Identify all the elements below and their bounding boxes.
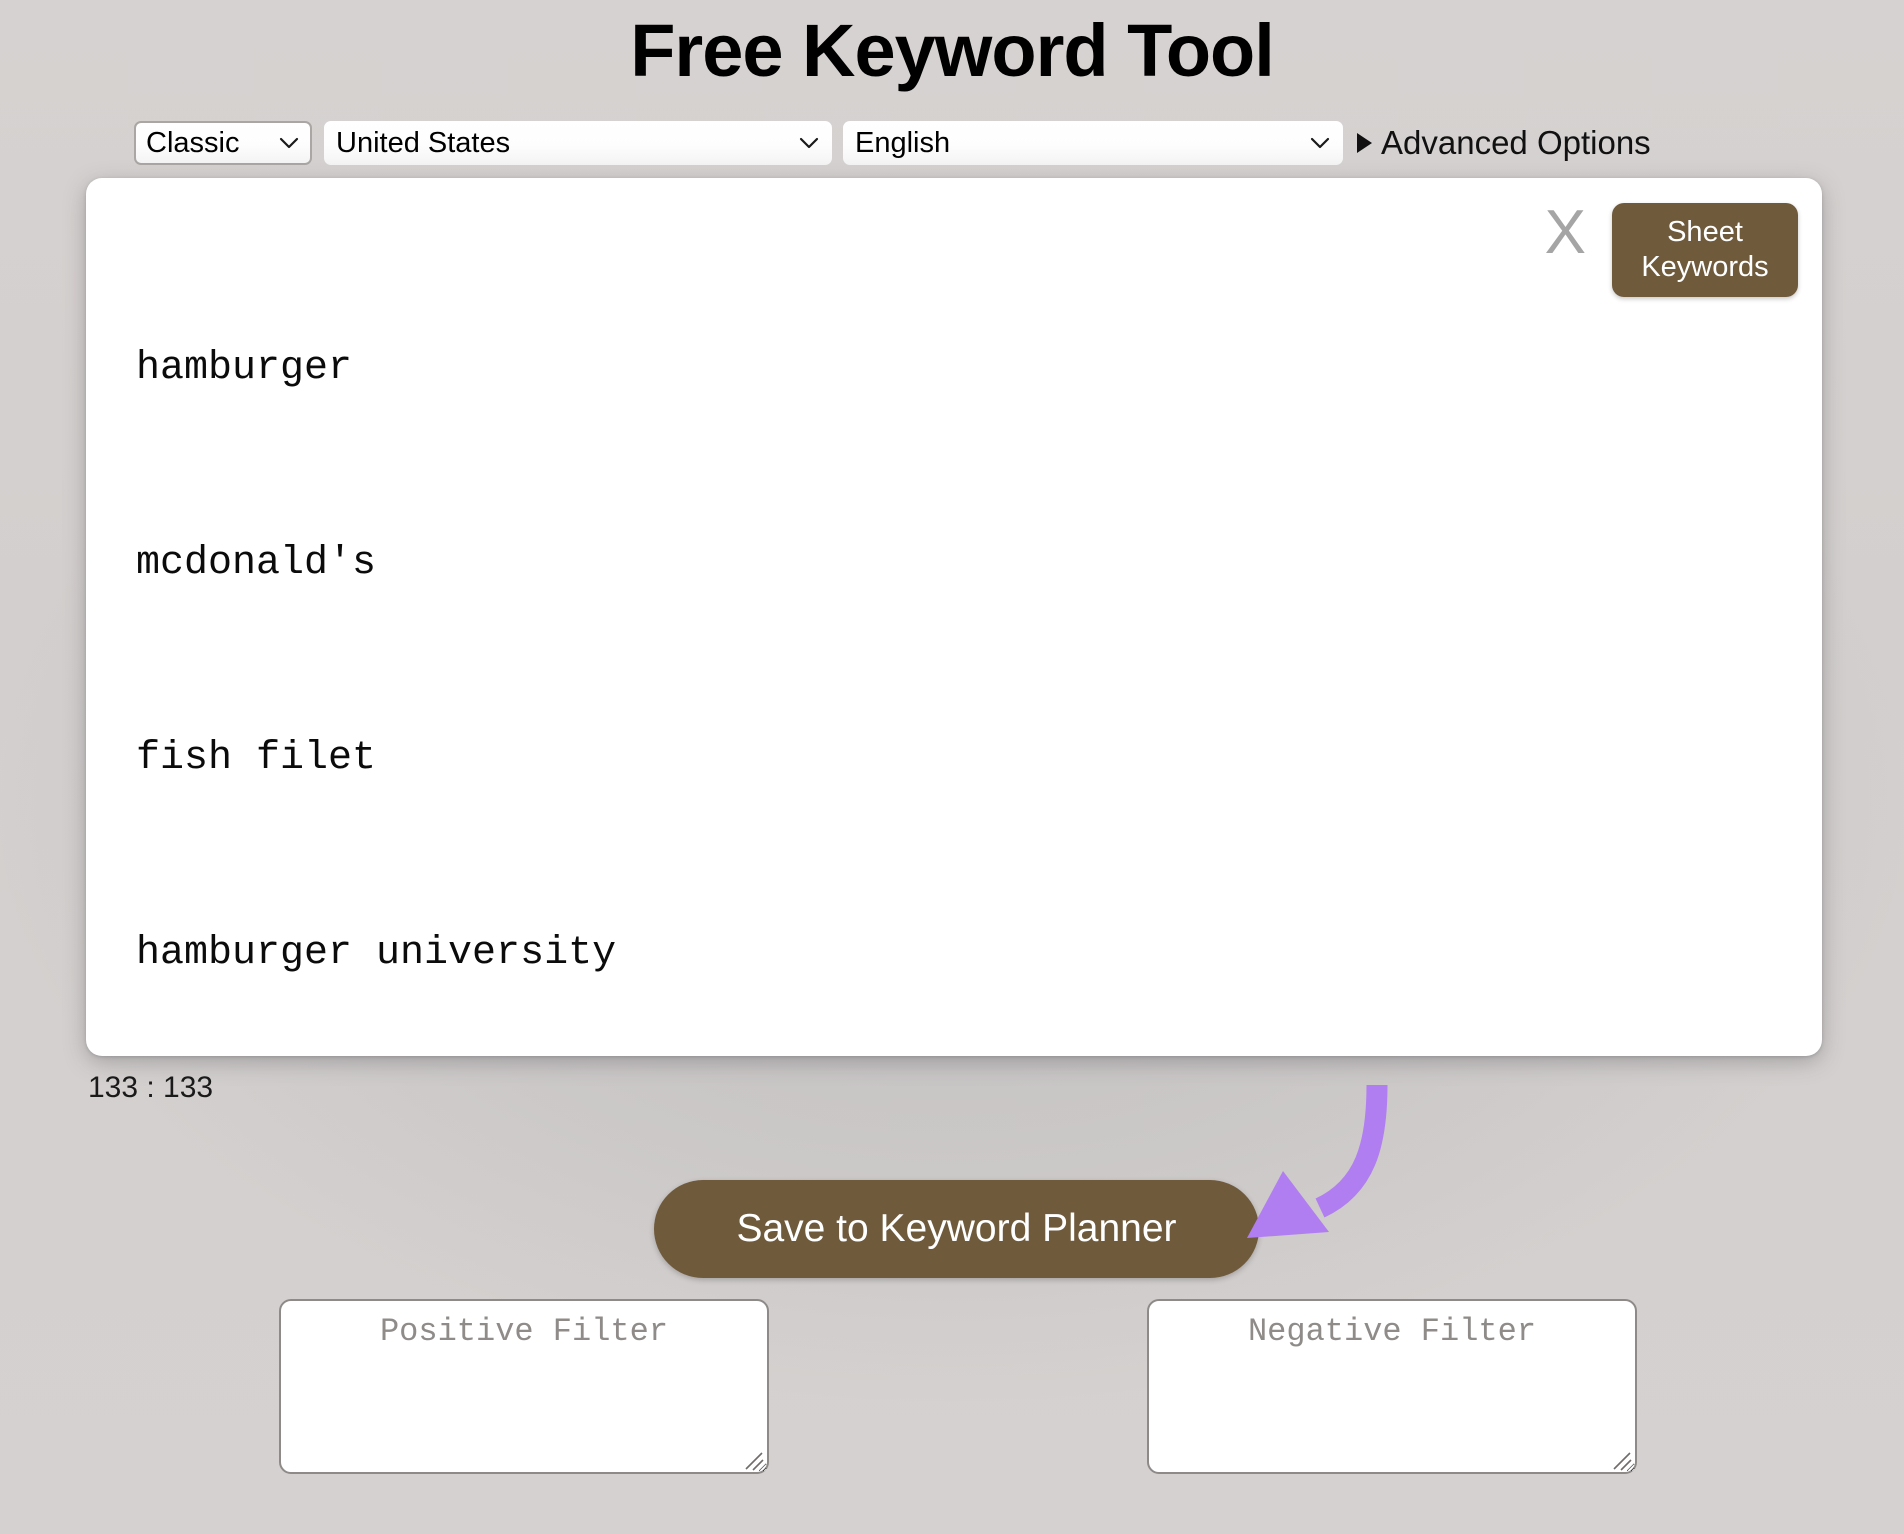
keyword-results-card: hamburger mcdonald's fish filet hamburge… [86, 178, 1822, 1056]
language-select[interactable]: English [843, 121, 1343, 165]
keyword-list[interactable]: hamburger mcdonald's fish filet hamburge… [136, 206, 1792, 1056]
advanced-options-toggle[interactable]: Advanced Options [1357, 124, 1651, 162]
language-select-wrapper: English [843, 121, 1343, 165]
save-to-keyword-planner-button[interactable]: Save to Keyword Planner [654, 1180, 1259, 1278]
sheet-keywords-label-line2: Keywords [1641, 250, 1768, 285]
list-item: fish filet [136, 726, 1792, 791]
country-select[interactable]: United States [324, 121, 832, 165]
sheet-keywords-button[interactable]: Sheet Keywords [1612, 203, 1798, 297]
free-keyword-tool-page: Free Keyword Tool Classic United States … [0, 0, 1904, 1534]
positive-filter-input[interactable] [279, 1299, 769, 1474]
negative-filter-input[interactable] [1147, 1299, 1637, 1474]
list-item: mcdonald's [136, 531, 1792, 596]
list-item: hamburger [136, 336, 1792, 401]
mode-select-wrapper: Classic [134, 121, 312, 165]
advanced-options-label: Advanced Options [1381, 124, 1651, 162]
close-icon[interactable]: X [1545, 202, 1586, 264]
triangle-right-icon [1357, 133, 1372, 153]
list-item: hamburger university [136, 921, 1792, 986]
keyword-count-status: 133 : 133 [88, 1071, 213, 1105]
mode-select[interactable]: Classic [134, 121, 312, 165]
curved-arrow-annotation-icon [1225, 1075, 1485, 1290]
sheet-keywords-label-line1: Sheet [1667, 215, 1743, 250]
controls-toolbar: Classic United States English [134, 119, 1651, 167]
page-title: Free Keyword Tool [0, 8, 1904, 93]
country-select-wrapper: United States [324, 121, 832, 165]
